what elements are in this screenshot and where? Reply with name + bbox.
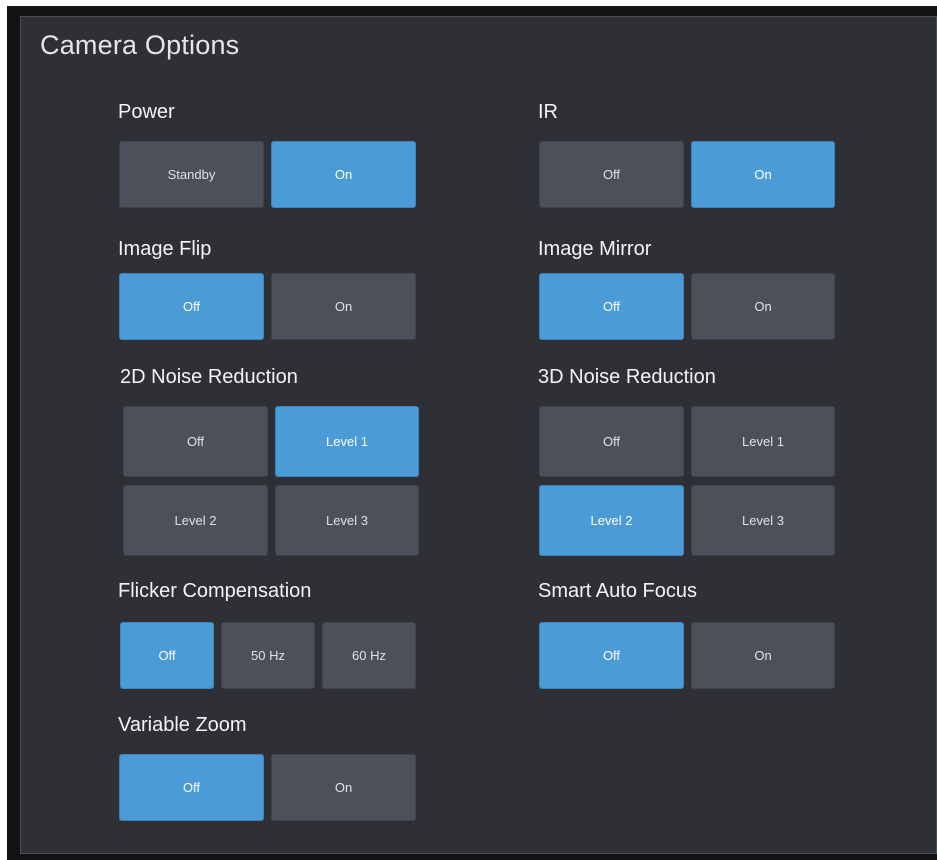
ir-label: IR	[538, 101, 558, 123]
panel-title: Camera Options	[40, 30, 240, 60]
image-flip-label: Image Flip	[118, 238, 212, 260]
noise-2d-label: 2D Noise Reduction	[120, 366, 298, 388]
smart-af-label: Smart Auto Focus	[538, 580, 697, 602]
power-standby-button[interactable]: Standby	[119, 141, 264, 208]
power-label: Power	[118, 101, 175, 123]
variable-zoom-label: Variable Zoom	[118, 714, 247, 736]
noise-2d-off-button[interactable]: Off	[123, 406, 268, 477]
smart-af-on-button[interactable]: On	[691, 622, 835, 689]
ir-on-button[interactable]: On	[691, 141, 835, 208]
flicker-60hz-button[interactable]: 60 Hz	[322, 622, 416, 689]
noise-2d-level-3-button[interactable]: Level 3	[275, 485, 419, 556]
variable-zoom-on-button[interactable]: On	[271, 754, 416, 821]
image-flip-on-button[interactable]: On	[271, 273, 416, 340]
noise-2d-level-1-button[interactable]: Level 1	[275, 406, 419, 477]
ir-off-button[interactable]: Off	[539, 141, 684, 208]
flicker-off-button[interactable]: Off	[120, 622, 214, 689]
noise-3d-level-1-button[interactable]: Level 1	[691, 406, 835, 477]
image-mirror-on-button[interactable]: On	[691, 273, 835, 340]
smart-af-off-button[interactable]: Off	[539, 622, 684, 689]
flicker-label: Flicker Compensation	[118, 580, 312, 602]
noise-2d-level-2-button[interactable]: Level 2	[123, 485, 268, 556]
variable-zoom-off-button[interactable]: Off	[119, 754, 264, 821]
flicker-50hz-button[interactable]: 50 Hz	[221, 622, 315, 689]
image-mirror-off-button[interactable]: Off	[539, 273, 684, 340]
noise-3d-level-2-button[interactable]: Level 2	[539, 485, 684, 556]
power-on-button[interactable]: On	[271, 141, 416, 208]
image-flip-off-button[interactable]: Off	[119, 273, 264, 340]
noise-3d-level-3-button[interactable]: Level 3	[691, 485, 835, 556]
image-mirror-label: Image Mirror	[538, 238, 652, 260]
noise-3d-off-button[interactable]: Off	[539, 406, 684, 477]
noise-3d-label: 3D Noise Reduction	[538, 366, 716, 388]
